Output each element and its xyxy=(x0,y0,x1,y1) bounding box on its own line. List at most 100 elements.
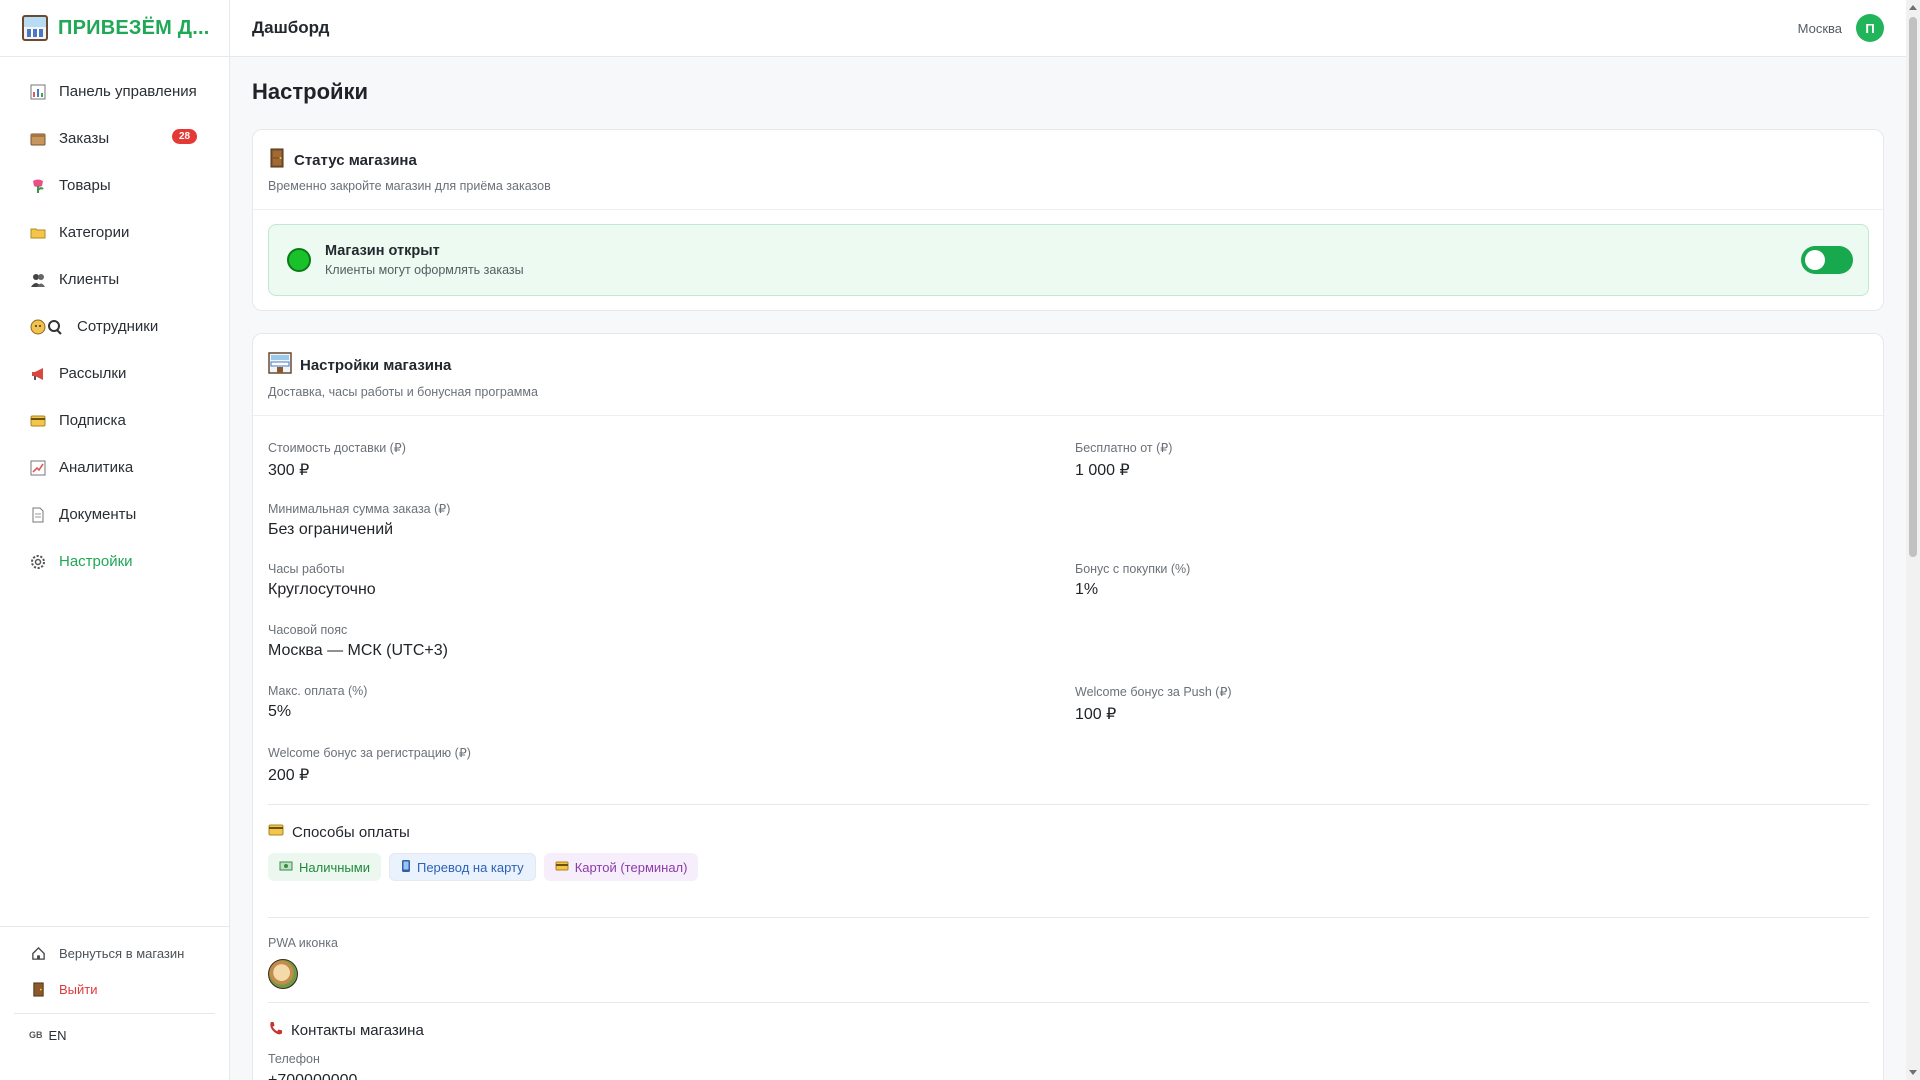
sidebar-item-orders[interactable]: Заказы 28 xyxy=(0,115,229,162)
sidebar-item-products[interactable]: Товары xyxy=(0,162,229,209)
payment-methods-label: Способы оплаты xyxy=(292,823,410,841)
scroll-thumb[interactable] xyxy=(1909,17,1917,557)
sidebar-item-documents[interactable]: Документы xyxy=(0,491,229,538)
settings-card-title: Настройки магазина xyxy=(300,356,452,374)
working-hours-field[interactable]: Часы работы Круглосуточно xyxy=(268,552,1075,613)
contacts-title: Контакты магазина xyxy=(268,1021,1869,1040)
contacts-label: Контакты магазина xyxy=(291,1022,424,1039)
store-icon xyxy=(268,352,292,378)
page-scrollbar[interactable] xyxy=(1906,0,1920,1080)
payment-chip-card-transfer[interactable]: Перевод на карту xyxy=(388,853,536,881)
sidebar-item-label: Заказы xyxy=(59,130,110,147)
home-icon xyxy=(29,944,47,962)
card-title: Статус магазина xyxy=(268,148,1868,172)
push-bonus-field[interactable]: Welcome бонус за Push (₽) 100 ₽ xyxy=(1075,674,1869,735)
flower-icon xyxy=(29,177,47,195)
timezone-field[interactable]: Часовой пояс Москва — МСК (UTC+3) xyxy=(268,613,1075,674)
city-selector[interactable]: Москва xyxy=(1798,21,1842,36)
logout-label: Выйти xyxy=(59,981,98,997)
avatar[interactable]: П xyxy=(1856,14,1884,42)
store-settings-card: Настройки магазина Доставка, часы работы… xyxy=(252,333,1884,1080)
document-icon xyxy=(29,506,47,524)
logout-button[interactable]: Выйти xyxy=(0,971,229,1007)
sidebar-item-clients[interactable]: Клиенты xyxy=(0,256,229,303)
megaphone-icon xyxy=(29,365,47,383)
min-order-field[interactable]: Минимальная сумма заказа (₽) Без огранич… xyxy=(268,491,1075,552)
credit-card-icon xyxy=(555,860,569,875)
card-header: Настройки магазина Доставка, часы работы… xyxy=(253,334,1883,416)
language-switcher[interactable]: GB EN xyxy=(0,1014,229,1056)
sidebar-item-settings[interactable]: Настройки xyxy=(0,538,229,585)
topbar-right: Москва П xyxy=(1798,14,1884,42)
scroll-down-icon[interactable] xyxy=(1909,1070,1917,1075)
payment-methods-list: Наличными Перевод на карту Картой (терми… xyxy=(268,853,1869,903)
sidebar-item-label: Рассылки xyxy=(59,365,127,382)
staff-icon xyxy=(29,318,65,336)
sidebar-item-dashboard[interactable]: Панель управления xyxy=(0,68,229,115)
door-icon xyxy=(268,148,286,172)
sidebar-item-mailings[interactable]: Рассылки xyxy=(0,350,229,397)
store-open-toggle[interactable] xyxy=(1801,246,1853,274)
field-value: Москва — МСК (UTC+3) xyxy=(268,642,448,659)
field-label: Welcome бонус за регистрацию (₽) xyxy=(268,746,471,760)
status-card-title: Статус магазина xyxy=(294,151,417,169)
pwa-image-icon[interactable] xyxy=(268,959,298,989)
payment-chip-cash[interactable]: Наличными xyxy=(268,853,381,881)
empty-cell xyxy=(1075,491,1869,552)
sidebar-footer: Вернуться в магазин Выйти GB EN xyxy=(0,926,229,1056)
free-from-field[interactable]: Бесплатно от (₽) 1 000 ₽ xyxy=(1075,430,1869,491)
sidebar-item-label: Сотрудники xyxy=(77,318,159,335)
chip-label: Наличными xyxy=(299,859,370,875)
field-label: Макс. оплата (%) xyxy=(268,684,368,698)
registration-bonus-field[interactable]: Welcome бонус за регистрацию (₽) 200 ₽ xyxy=(268,735,1075,796)
divider xyxy=(268,1002,1869,1003)
phone-icon xyxy=(401,859,411,876)
sidebar-item-label: Настройки xyxy=(59,553,133,570)
card-title: Настройки магазина xyxy=(268,352,1868,378)
package-icon xyxy=(29,130,47,148)
sidebar-item-staff[interactable]: Сотрудники xyxy=(0,303,229,350)
phone-value[interactable]: +700000000 xyxy=(268,1072,1869,1080)
card-header: Статус магазина Временно закройте магази… xyxy=(253,130,1883,210)
back-to-store-label: Вернуться в магазин xyxy=(59,945,185,961)
delivery-cost-field[interactable]: Стоимость доставки (₽) 300 ₽ xyxy=(268,430,1075,491)
sidebar-item-analytics[interactable]: Аналитика xyxy=(0,444,229,491)
app-title: ПРИВЕЗЁМ Д... xyxy=(58,16,210,39)
status-subtitle: Клиенты могут оформлять заказы xyxy=(325,263,524,277)
payment-chip-terminal[interactable]: Картой (терминал) xyxy=(543,853,699,881)
field-label: Часы работы xyxy=(268,562,345,576)
sidebar-item-label: Аналитика xyxy=(59,459,134,476)
store-status-box: Магазин открыт Клиенты могут оформлять з… xyxy=(268,224,1869,296)
back-to-store-link[interactable]: Вернуться в магазин xyxy=(0,935,229,971)
field-value: 1% xyxy=(1075,581,1099,598)
field-value: 200 ₽ xyxy=(268,767,310,784)
empty-cell xyxy=(1075,613,1869,674)
scroll-up-icon[interactable] xyxy=(1909,5,1917,10)
chip-label: Картой (терминал) xyxy=(574,859,688,875)
status-title: Магазин открыт xyxy=(325,243,440,259)
chart-icon xyxy=(29,83,47,101)
sidebar-item-label: Категории xyxy=(59,224,130,241)
field-value: Без ограничений xyxy=(268,521,394,538)
field-label: Часовой пояс xyxy=(268,623,348,637)
field-value: 300 ₽ xyxy=(268,462,310,479)
divider xyxy=(268,804,1869,805)
door-icon xyxy=(29,980,47,998)
phone-icon xyxy=(268,1021,283,1040)
sidebar-item-categories[interactable]: Категории xyxy=(0,209,229,256)
gear-icon xyxy=(29,553,47,571)
field-value: 100 ₽ xyxy=(1075,706,1117,723)
brand[interactable]: ПРИВЕЗЁМ Д... xyxy=(0,0,229,57)
folder-icon xyxy=(29,224,47,242)
sidebar-item-subscription[interactable]: Подписка xyxy=(0,397,229,444)
status-indicator-icon xyxy=(287,248,311,272)
sidebar-item-label: Товары xyxy=(59,177,111,194)
max-payment-field[interactable]: Макс. оплата (%) 5% xyxy=(268,674,1075,735)
sidebar-item-label: Подписка xyxy=(59,412,126,429)
card-body: Стоимость доставки (₽) 300 ₽ Бесплатно о… xyxy=(253,416,1883,1080)
users-icon xyxy=(29,271,47,289)
purchase-bonus-field[interactable]: Бонус с покупки (%) 1% xyxy=(1075,552,1869,613)
flag-gb-icon: GB xyxy=(29,1030,43,1040)
field-label: Бонус с покупки (%) xyxy=(1075,562,1191,576)
field-value: 5% xyxy=(268,703,292,720)
